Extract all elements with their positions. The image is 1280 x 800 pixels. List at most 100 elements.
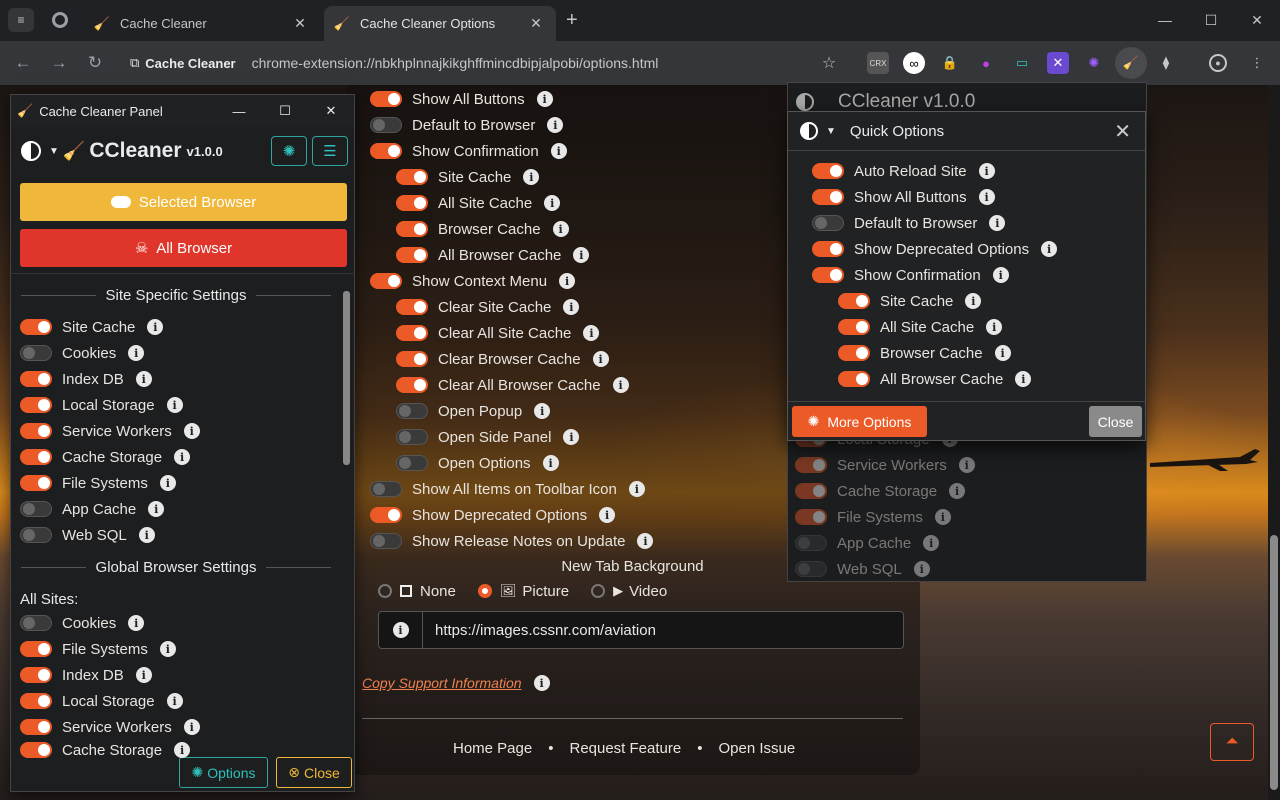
info-icon[interactable]: i: [536, 91, 553, 107]
info-icon[interactable]: i: [992, 267, 1009, 283]
info-icon[interactable]: i: [544, 195, 561, 211]
toggle-row[interactable]: Local Storage i: [20, 690, 183, 712]
toggle-switch[interactable]: [20, 371, 52, 387]
close-icon[interactable]: ✕: [308, 103, 354, 119]
toggle-switch[interactable]: [370, 91, 402, 107]
link-icon[interactable]: ∞: [903, 52, 925, 74]
profile-icon[interactable]: ●: [1209, 54, 1227, 72]
toggle-row[interactable]: Open Side Panel i: [396, 426, 580, 448]
toggle-switch[interactable]: [370, 533, 402, 549]
toggle-switch[interactable]: [396, 325, 428, 341]
close-button[interactable]: ⊗ Close: [276, 757, 352, 788]
toggle-switch[interactable]: [20, 527, 52, 543]
info-icon[interactable]: i: [128, 345, 145, 361]
toggle-switch[interactable]: [20, 345, 52, 361]
toggle-switch[interactable]: [838, 319, 870, 335]
chevron-down-icon[interactable]: ▼: [826, 126, 836, 137]
toggle-row[interactable]: All Browser Cache i: [396, 244, 590, 266]
toggle-switch[interactable]: [20, 319, 52, 335]
info-icon[interactable]: i: [534, 403, 551, 419]
toggle-switch[interactable]: [20, 501, 52, 517]
toggle-switch[interactable]: [838, 371, 870, 387]
toggle-switch[interactable]: [370, 273, 402, 289]
toggle-switch[interactable]: [20, 667, 52, 683]
contrast-icon[interactable]: [800, 122, 818, 140]
toggle-row[interactable]: Clear All Browser Cache i: [396, 374, 629, 396]
info-icon[interactable]: i: [923, 535, 940, 551]
toggle-switch[interactable]: [370, 481, 402, 497]
info-icon[interactable]: i: [994, 345, 1011, 361]
info-icon[interactable]: i: [138, 527, 155, 543]
toggle-switch[interactable]: [20, 641, 52, 657]
toggle-row[interactable]: Local Storage i: [20, 394, 183, 416]
broom-ext-icon[interactable]: 🧹: [1115, 47, 1147, 79]
info-icon[interactable]: i: [978, 189, 995, 205]
toggle-row[interactable]: Cookies i: [20, 342, 145, 364]
sliders-button[interactable]: ☰: [312, 136, 348, 166]
toggle-switch[interactable]: [812, 189, 844, 205]
toggle-row[interactable]: Index DB i: [20, 368, 152, 390]
toggle-switch[interactable]: [370, 117, 402, 133]
info-icon[interactable]: i: [949, 483, 966, 499]
menu-icon[interactable]: ⋮: [1246, 52, 1268, 74]
info-icon[interactable]: i: [542, 455, 559, 471]
crx-icon[interactable]: CRX: [867, 52, 889, 74]
info-icon[interactable]: i: [159, 475, 176, 491]
toggle-row[interactable]: Index DB i: [20, 664, 152, 686]
info-icon[interactable]: i: [547, 117, 564, 133]
screen-icon[interactable]: ▭: [1011, 52, 1033, 74]
info-icon[interactable]: i: [174, 742, 191, 758]
tab-cache-cleaner-options[interactable]: 🧹 Cache Cleaner Options ✕: [324, 6, 556, 41]
toggle-row[interactable]: Show All Buttons i: [370, 88, 553, 110]
toggle-switch[interactable]: [795, 535, 827, 551]
toggle-row[interactable]: Browser Cache i: [396, 218, 569, 240]
toggle-switch[interactable]: [396, 455, 428, 471]
toggle-row[interactable]: Clear All Site Cache i: [396, 322, 600, 344]
info-icon[interactable]: i: [563, 429, 580, 445]
contrast-icon[interactable]: [21, 141, 41, 161]
toggle-row[interactable]: Service Workers i: [20, 420, 200, 442]
toggle-switch[interactable]: [812, 241, 844, 257]
toggle-row[interactable]: Default to Browser i: [812, 212, 1006, 234]
gear-ext-icon[interactable]: ✺: [1083, 52, 1105, 74]
info-icon[interactable]: i: [166, 693, 183, 709]
info-icon[interactable]: i: [563, 299, 580, 315]
toggle-switch[interactable]: [20, 693, 52, 709]
toggle-switch[interactable]: [370, 143, 402, 159]
toggle-switch[interactable]: [812, 267, 844, 283]
forward-icon[interactable]: →: [47, 51, 71, 75]
toggle-switch[interactable]: [20, 449, 52, 465]
toggle-switch[interactable]: [838, 293, 870, 309]
toggle-row[interactable]: Clear Browser Cache i: [396, 348, 609, 370]
toggle-row[interactable]: All Site Cache i: [838, 316, 1003, 338]
toggle-row[interactable]: Show All Items on Toolbar Icon i: [370, 478, 645, 500]
toggle-row[interactable]: Show Release Notes on Update i: [370, 530, 654, 552]
info-icon[interactable]: i: [1015, 371, 1032, 387]
toggle-row[interactable]: File Systems i: [20, 472, 176, 494]
info-icon[interactable]: i: [637, 533, 654, 549]
toggle-row[interactable]: All Browser Cache i: [838, 368, 1032, 390]
info-icon[interactable]: i: [989, 215, 1006, 231]
toggle-switch[interactable]: [20, 397, 52, 413]
info-icon[interactable]: i: [599, 507, 616, 523]
reload-icon[interactable]: ↻: [83, 51, 107, 75]
toggle-switch[interactable]: [795, 483, 827, 499]
toggle-switch[interactable]: [396, 195, 428, 211]
info-icon[interactable]: i: [174, 449, 191, 465]
toggle-row[interactable]: Cache Storage i: [795, 480, 966, 502]
toggle-row[interactable]: Service Workers i: [795, 454, 975, 476]
close-icon[interactable]: ✕: [1114, 119, 1131, 144]
info-icon[interactable]: i: [965, 293, 982, 309]
toggle-switch[interactable]: [20, 719, 52, 735]
toggle-switch[interactable]: [396, 351, 428, 367]
star-icon[interactable]: ☆: [818, 52, 840, 74]
back-icon[interactable]: ←: [11, 51, 35, 75]
toggle-switch[interactable]: [396, 299, 428, 315]
info-icon[interactable]: i: [183, 423, 200, 439]
info-icon[interactable]: i: [934, 509, 951, 525]
close-tab-icon[interactable]: ✕: [290, 15, 310, 32]
maximize-icon[interactable]: ☐: [1188, 0, 1234, 40]
toggle-row[interactable]: Cache Storage i: [20, 742, 191, 758]
toggle-row[interactable]: App Cache i: [795, 532, 940, 554]
info-icon[interactable]: i: [978, 163, 995, 179]
